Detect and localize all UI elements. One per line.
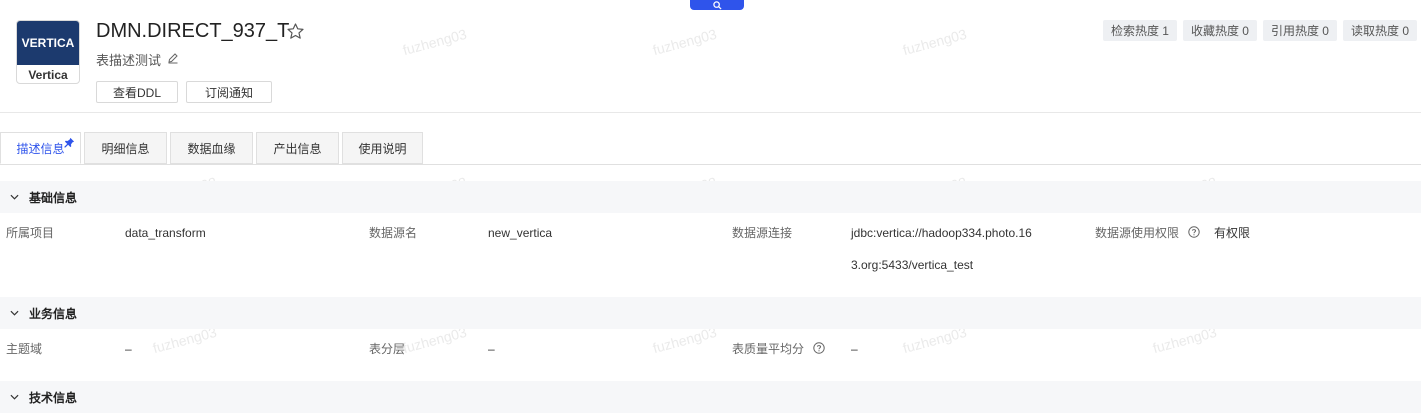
view-ddl-button[interactable]: 查看DDL [96, 81, 178, 103]
source-connection-value-line2: 3.org:5433/vertica_test [851, 258, 974, 272]
source-name-label: 数据源名 [369, 226, 418, 240]
datasource-logo: VERTICA Vertica [16, 20, 80, 84]
section-title: 技术信息 [29, 390, 78, 405]
tab-lineage[interactable]: 数据血缘 [170, 132, 253, 164]
domain-value: – [125, 342, 132, 356]
project-value: data_transform [125, 226, 206, 240]
page-title: DMN.DIRECT_937_T [96, 20, 290, 42]
permission-value: 有权限 [1214, 226, 1251, 240]
tab-output[interactable]: 产出信息 [256, 132, 339, 164]
source-name-value: new_vertica [488, 226, 553, 240]
watermark: fuzheng03 [401, 25, 469, 59]
section-title: 业务信息 [29, 306, 78, 321]
tab-usage[interactable]: 使用说明 [342, 132, 423, 164]
header-divider [0, 112, 1421, 113]
domain-label: 主题域 [6, 342, 43, 356]
tab-underline [0, 164, 1421, 165]
top-search-button[interactable] [690, 0, 744, 10]
section-business-header[interactable]: 业务信息 [0, 297, 1421, 329]
quality-label: 表质量平均分 [732, 342, 805, 356]
reference-heat-badge: 引用热度 0 [1262, 20, 1337, 41]
favorite-heat-badge: 收藏热度 0 [1182, 20, 1257, 41]
help-circle-icon[interactable] [1188, 226, 1201, 241]
pin-icon[interactable] [64, 137, 75, 148]
layer-label: 表分层 [369, 342, 406, 356]
layer-value: – [488, 342, 495, 356]
favorite-star-icon[interactable] [286, 22, 305, 46]
section-title: 基础信息 [29, 190, 78, 205]
edit-pencil-icon[interactable] [167, 52, 179, 67]
quality-label-wrap: 表质量平均分 [732, 342, 826, 357]
tab-description[interactable]: 描述信息 [0, 132, 81, 164]
quality-value: – [851, 342, 858, 356]
logo-label: Vertica [28, 68, 68, 82]
chevron-down-icon[interactable] [10, 194, 19, 200]
permission-label-wrap: 数据源使用权限 [1095, 226, 1201, 241]
watermark: fuzheng03 [651, 25, 719, 59]
help-circle-icon[interactable] [813, 342, 826, 357]
logo-wordmark: VERTICA [17, 21, 79, 65]
heat-stats: 检索热度 1 收藏热度 0 引用热度 0 读取热度 0 [1102, 20, 1417, 41]
description-text: 表描述测试 [96, 53, 162, 68]
chevron-down-icon[interactable] [10, 310, 19, 316]
tab-label: 描述信息 [16, 141, 65, 156]
section-tech-header[interactable]: 技术信息 [0, 381, 1421, 413]
permission-label: 数据源使用权限 [1095, 226, 1180, 240]
project-label: 所属项目 [6, 226, 55, 240]
watermark: fuzheng03 [901, 25, 969, 59]
section-basic-header[interactable]: 基础信息 [0, 181, 1421, 213]
subscribe-notify-button[interactable]: 订阅通知 [186, 81, 272, 103]
search-heat-badge: 检索热度 1 [1102, 20, 1177, 41]
read-heat-badge: 读取热度 0 [1342, 20, 1417, 41]
tab-details[interactable]: 明细信息 [84, 132, 167, 164]
chevron-down-icon[interactable] [10, 394, 19, 400]
search-icon [712, 0, 722, 10]
source-connection-label: 数据源连接 [732, 226, 793, 240]
table-description: 表描述测试 [96, 50, 179, 69]
source-connection-value-line1: jdbc:vertica://hadoop334.photo.16 [851, 226, 1032, 240]
